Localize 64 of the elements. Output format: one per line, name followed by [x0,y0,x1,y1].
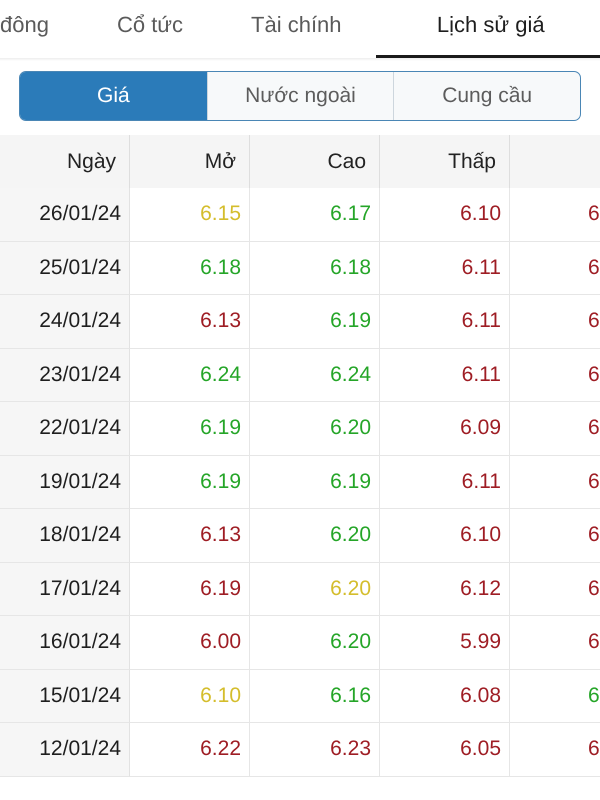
price-cell: 6.20 [250,616,380,670]
column-header: Mở [130,135,250,188]
tab[interactable]: đông [0,0,83,58]
price-cell: 6 [510,295,600,348]
date-cell: 19/01/24 [0,456,130,509]
price-cell: 6.12 [380,562,510,616]
segment-button[interactable]: Cung cầu [393,72,580,120]
price-cell: 6.05 [380,723,510,776]
price-cell: 6.11 [380,348,510,402]
price-cell: 6.16 [250,670,380,723]
price-cell: 6 [510,456,600,509]
price-cell: 6.24 [130,348,250,402]
price-cell: 6 [510,242,600,295]
date-cell: 15/01/24 [0,670,130,723]
price-cell: 6 [510,348,600,402]
price-cell: 6 [510,616,600,670]
tab[interactable]: Cổ tức [82,0,218,58]
price-cell: 6.18 [130,242,250,295]
price-cell: 6.19 [250,456,380,509]
date-cell: 17/01/24 [0,562,130,616]
price-cell: 6.00 [130,616,250,670]
column-header: Cao [250,135,380,188]
price-cell: 6.11 [380,295,510,348]
tab[interactable]: Tài chính [217,0,376,58]
price-cell: 6.19 [130,562,250,616]
price-cell: 6.23 [250,723,380,776]
price-cell: 6 [510,670,600,723]
price-cell: 6.13 [130,509,250,562]
price-cell: 6.11 [380,242,510,295]
segment-button[interactable]: Nước ngoài [206,72,394,120]
date-cell: 12/01/24 [0,723,130,776]
date-cell: 22/01/24 [0,402,130,456]
price-cell: 6.20 [250,509,380,562]
segment-button[interactable]: Giá [20,72,207,120]
price-cell: 6.11 [380,456,510,509]
price-cell: 6.10 [130,670,250,723]
date-cell: 18/01/24 [0,509,130,562]
price-cell: 6.10 [380,188,510,242]
price-cell: 6.19 [250,295,380,348]
price-cell: 6.09 [380,402,510,456]
price-cell: 6.20 [250,402,380,456]
date-cell: 23/01/24 [0,348,130,402]
date-cell: 25/01/24 [0,242,130,295]
price-cell: 6.19 [130,456,250,509]
price-cell: 6.08 [380,670,510,723]
date-cell: 16/01/24 [0,616,130,670]
price-cell: 6 [510,188,600,242]
price-cell: 6.10 [380,509,510,562]
price-cell: 6 [510,402,600,456]
price-cell: 6.18 [250,242,380,295]
price-cell: 6 [510,723,600,776]
date-cell: 26/01/24 [0,188,130,242]
price-cell: 6.13 [130,295,250,348]
price-cell: 6 [510,509,600,562]
price-cell: 6.19 [130,402,250,456]
price-cell: 6.15 [130,188,250,242]
price-cell: 6.24 [250,348,380,402]
date-cell: 24/01/24 [0,295,130,348]
price-cell: 6.22 [130,723,250,776]
column-header: Thấp [380,135,510,188]
price-cell: 6.20 [250,562,380,616]
price-cell: 6.17 [250,188,380,242]
price-cell: 5.99 [380,616,510,670]
price-cell: 6 [510,562,600,616]
